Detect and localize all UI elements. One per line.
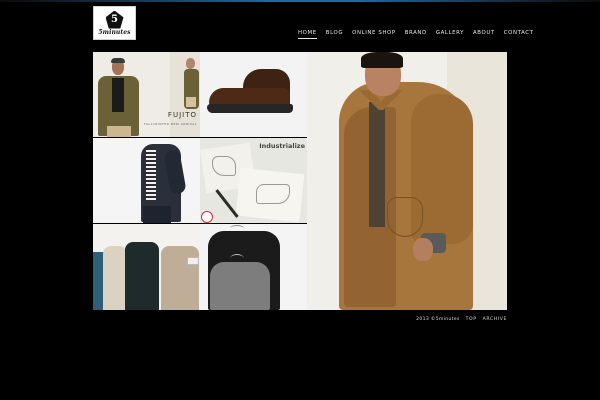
nav-gallery[interactable]: GALLERY [436,30,464,37]
nav-brand[interactable]: BRAND [405,30,427,37]
site-footer: 2013 ©5minutes TOP ARCHIVE [404,316,507,324]
tile-fujito-jacket[interactable]: FUJITO FALL/WINTER NEW ARRIVAL [93,52,200,137]
footer-link-archive[interactable]: ARCHIVE [483,317,507,323]
tile-chukka-boot[interactable] [200,52,307,137]
seal-icon [201,211,213,223]
top-accent-line [0,0,600,2]
industrialize-label: Industrialize [259,142,305,150]
pentagon-logo-icon: 5 [105,10,124,29]
nav-about[interactable]: ABOUT [473,30,495,37]
footer-link-top[interactable]: TOP [466,317,477,323]
nav-home[interactable]: HOME [298,30,317,39]
nav-online-shop[interactable]: ONLINE SHOP [352,30,396,37]
nav-blog[interactable]: BLOG [326,30,343,37]
tag-icon [187,257,199,265]
logo-text: 5minutes [98,28,131,36]
site-logo[interactable]: 5 5minutes [93,6,136,40]
main-nav: HOME BLOG ONLINE SHOP BRAND GALLERY ABOU… [298,30,534,40]
tile-hanging-jackets[interactable] [200,224,307,310]
copyright-text: 2013 ©5minutes [416,316,460,322]
fujito-sub-label: FALL/WINTER NEW ARRIVAL [144,122,197,126]
photo-grid: FUJITO FALL/WINTER NEW ARRIVAL Industria… [93,52,507,310]
tile-navy-cardigan[interactable] [93,138,200,223]
tile-featured-coat[interactable] [307,52,507,310]
nav-contact[interactable]: CONTACT [504,30,534,37]
tile-folded-sweaters[interactable] [93,224,200,310]
tile-industrialize[interactable]: Industrialize [200,138,307,223]
fujito-brand-label: FUJITO [167,111,197,119]
